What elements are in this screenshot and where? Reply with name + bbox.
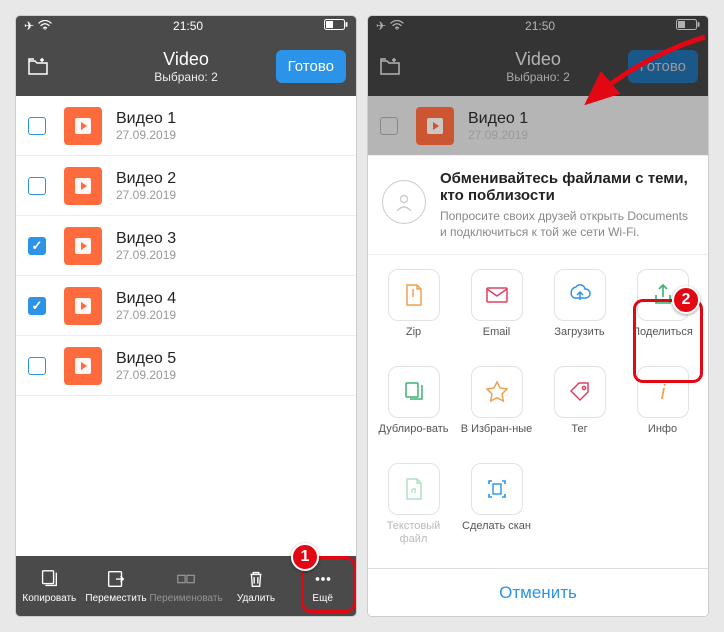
file-date: 27.09.2019 [468,128,528,142]
action-sheet: Обменивайтесь файлами с теми, кто поблиз… [368,156,708,616]
action-zip[interactable]: Zip [372,263,455,356]
list-item[interactable]: Видео 527.09.2019 [16,336,356,396]
action-favorite[interactable]: В Избран-ные [455,360,538,453]
file-date: 27.09.2019 [116,248,176,262]
video-thumb-icon [64,287,102,325]
action-grid: Zip Email Загрузить Поделиться Дублиро-в… [368,255,708,559]
phone-left: ✈ 21:50 Video Выбрано: 2 Готово Видео 12… [16,16,356,616]
nav-subtitle: Выбрано: 2 [154,70,218,84]
checkbox[interactable] [28,237,46,255]
video-thumb-icon [64,107,102,145]
nav-subtitle: Выбрано: 2 [506,70,570,84]
status-bar: ✈ 21:50 [16,16,356,36]
checkbox[interactable] [28,117,46,135]
toolbar-rename: Переименовать [149,556,222,616]
file-date: 27.09.2019 [116,308,176,322]
battery-icon [676,19,700,33]
airplane-icon: ✈ [24,19,34,33]
file-date: 27.09.2019 [116,128,176,142]
status-time: 21:50 [173,19,203,33]
checkbox[interactable] [28,357,46,375]
badge-2: 2 [672,286,700,314]
toolbar-move[interactable]: Переместить [83,556,150,616]
nearby-title: Обменивайтесь файлами с теми, кто поблиз… [440,170,694,204]
checkbox [380,117,398,135]
video-thumb-icon [64,167,102,205]
file-title: Видео 4 [116,290,176,308]
list-item[interactable]: Видео 227.09.2019 [16,156,356,216]
annotation-arrow [580,32,710,122]
status-time: 21:50 [525,19,555,33]
wifi-icon [390,19,404,33]
video-thumb-icon [416,107,454,145]
action-tag[interactable]: Тег [538,360,621,453]
person-icon [382,180,426,224]
list-item[interactable]: Видео 327.09.2019 [16,216,356,276]
action-info[interactable]: iИнфо [621,360,704,453]
file-title: Видео 1 [468,110,528,128]
nav-bar: Video Выбрано: 2 Готово [16,36,356,96]
toolbar-delete[interactable]: Удалить [223,556,290,616]
nearby-body: Попросите своих друзей открыть Documents… [440,208,694,240]
new-folder-icon [378,54,402,78]
file-date: 27.09.2019 [116,188,176,202]
checkbox[interactable] [28,297,46,315]
file-list: Видео 127.09.2019 Видео 227.09.2019 Виде… [16,96,356,396]
toolbar-label: Ещё [312,593,332,604]
airplane-icon: ✈ [376,19,386,33]
nav-title: Video [506,49,570,70]
action-email[interactable]: Email [455,263,538,356]
toolbar-label: Переместить [85,593,146,604]
video-thumb-icon [64,227,102,265]
badge-1: 1 [291,543,319,571]
file-title: Видео 5 [116,350,176,368]
file-title: Видео 1 [116,110,176,128]
cancel-button[interactable]: Отменить [368,568,708,616]
action-upload[interactable]: Загрузить [538,263,621,356]
wifi-icon [38,19,52,33]
new-folder-icon[interactable] [26,54,50,78]
video-thumb-icon [64,347,102,385]
done-button[interactable]: Готово [276,50,346,83]
file-title: Видео 3 [116,230,176,248]
action-scan[interactable]: Сделать скан [455,457,538,551]
nav-title: Video [154,49,218,70]
sheet-nearby-section: Обменивайтесь файлами с теми, кто поблиз… [368,156,708,255]
toolbar-copy[interactable]: Копировать [16,556,83,616]
file-date: 27.09.2019 [116,368,176,382]
checkbox[interactable] [28,177,46,195]
battery-icon [324,19,348,33]
toolbar-label: Переименовать [149,593,222,604]
list-item[interactable]: Видео 127.09.2019 [16,96,356,156]
file-title: Видео 2 [116,170,176,188]
toolbar-label: Удалить [237,593,275,604]
list-item[interactable]: Видео 427.09.2019 [16,276,356,336]
action-duplicate[interactable]: Дублиро-вать [372,360,455,453]
action-textfile: Текстовый файл [372,457,455,551]
toolbar-label: Копировать [22,593,76,604]
svg-text:i: i [660,382,665,404]
